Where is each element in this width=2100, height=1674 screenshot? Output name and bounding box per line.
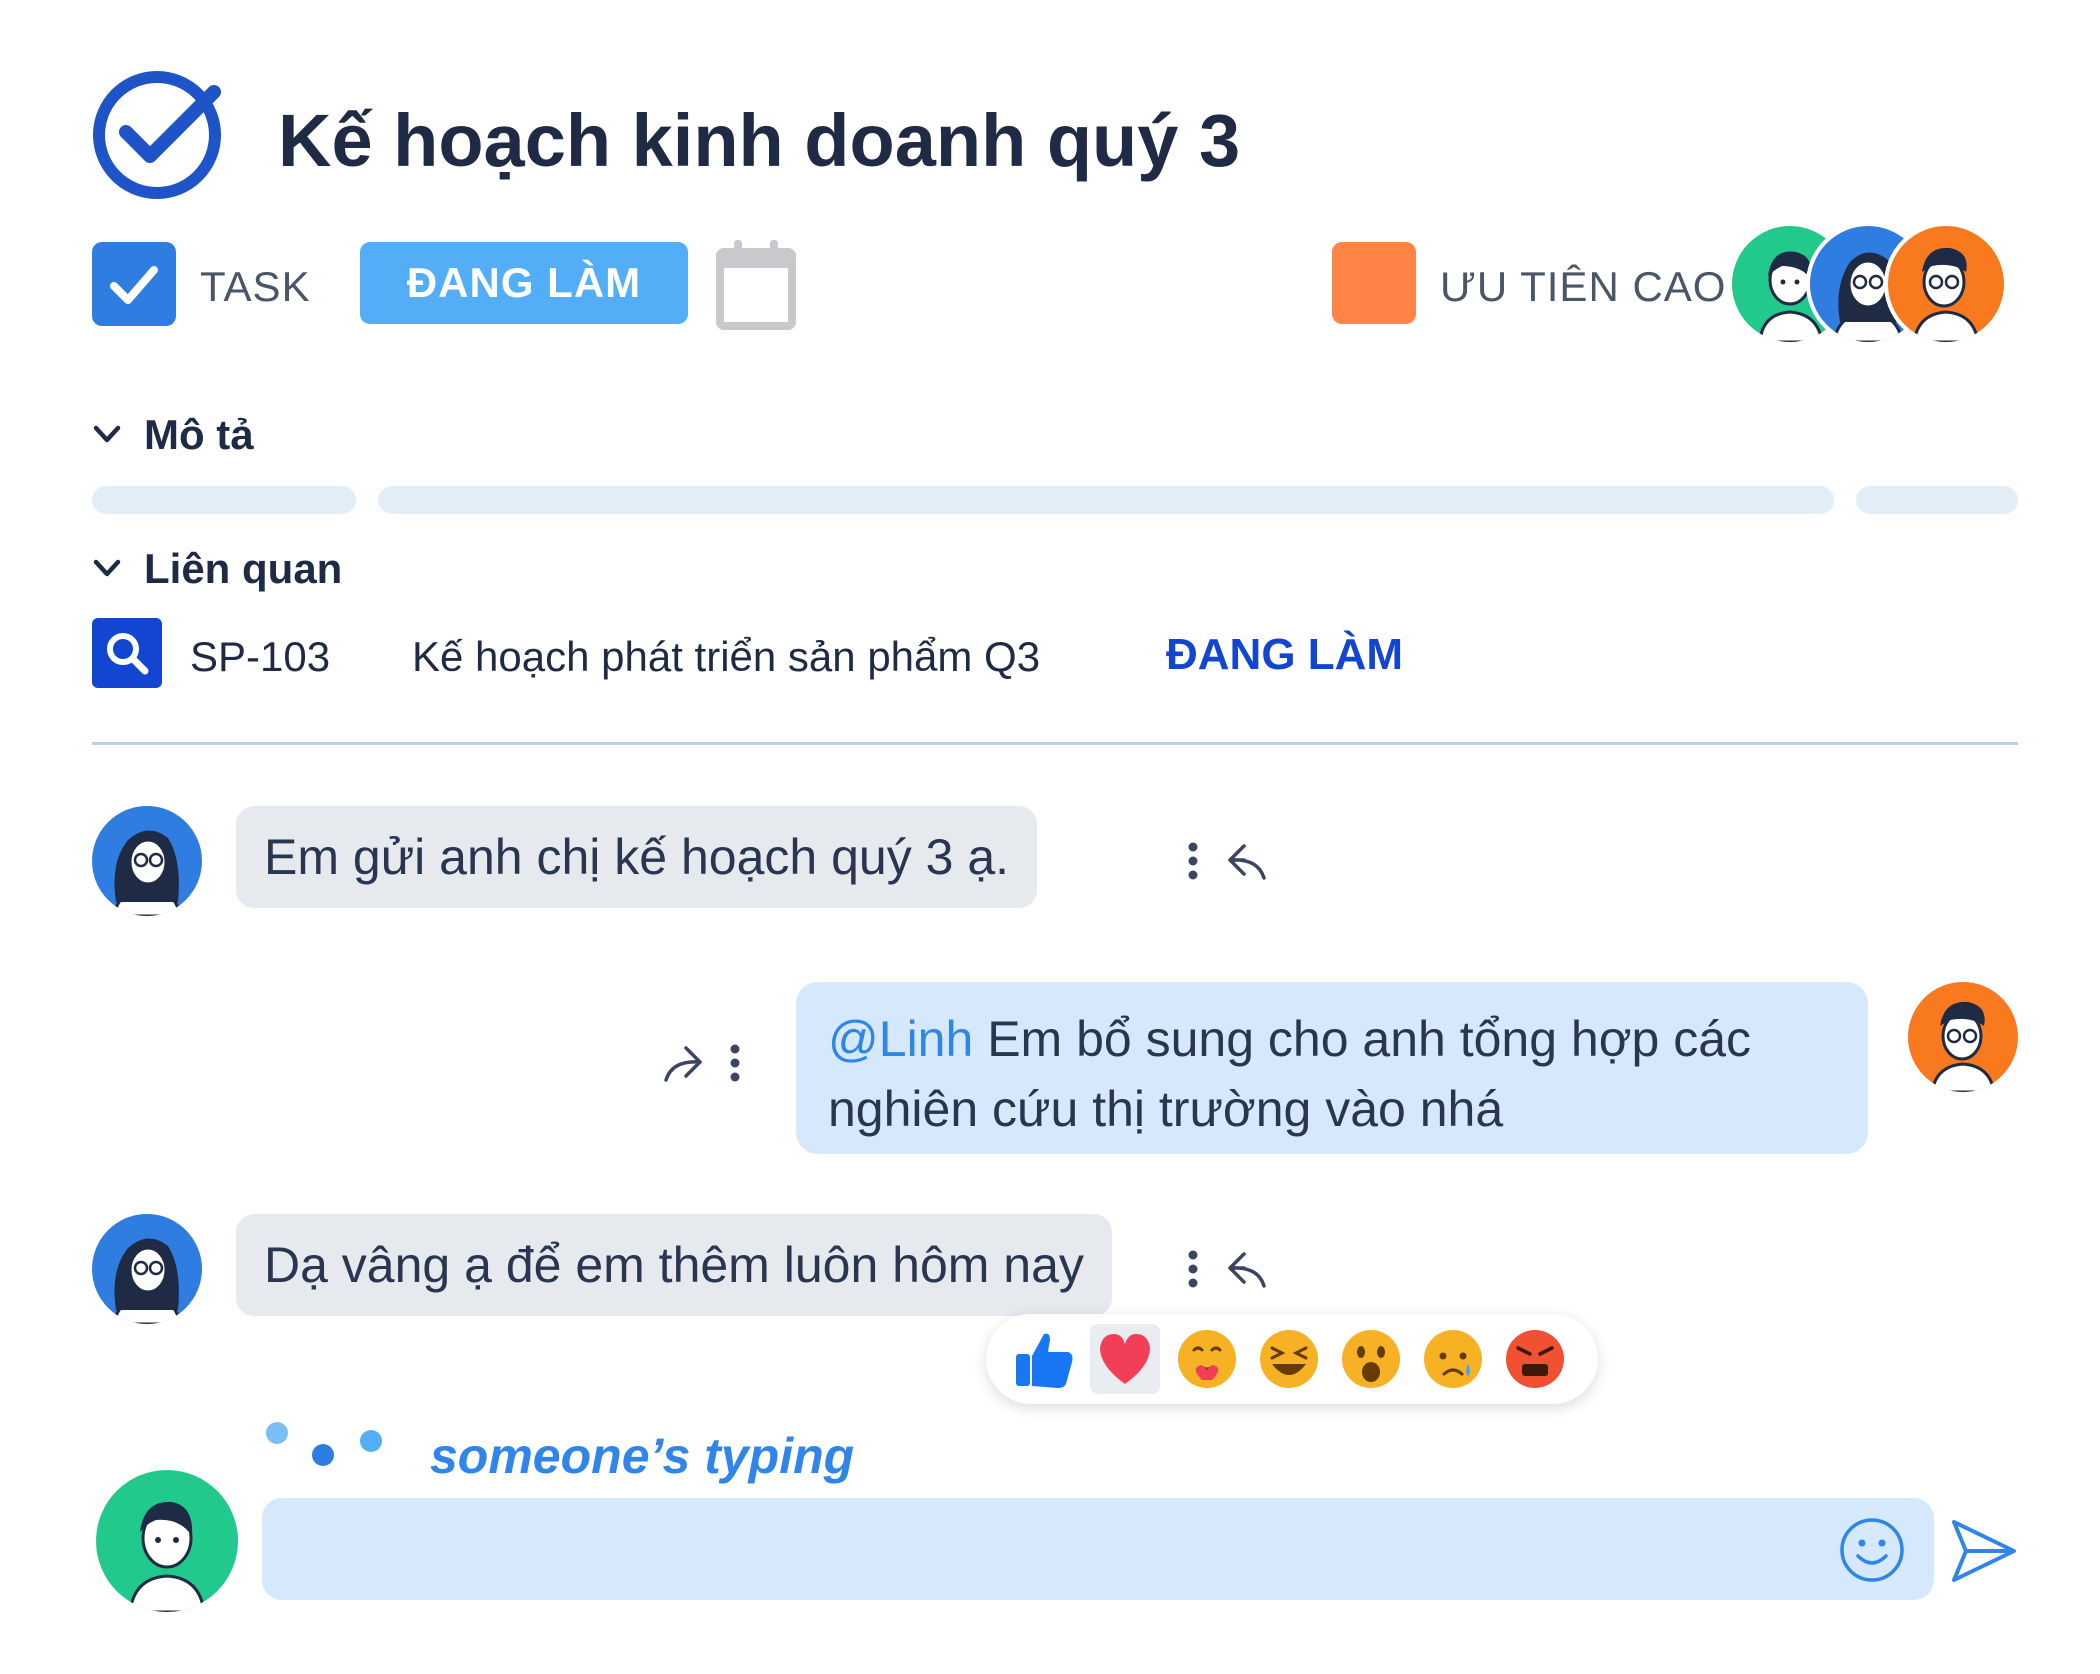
typing-dot bbox=[360, 1430, 382, 1452]
more-options-icon[interactable] bbox=[712, 1040, 758, 1086]
more-options-icon[interactable] bbox=[1170, 1246, 1216, 1292]
search-icon bbox=[92, 618, 162, 688]
issue-type-checkbox-icon bbox=[92, 242, 176, 326]
love-reaction-icon[interactable] bbox=[1090, 1324, 1160, 1394]
wow-reaction-icon[interactable] bbox=[1336, 1324, 1406, 1394]
typing-dot bbox=[266, 1422, 288, 1444]
calendar-icon[interactable] bbox=[716, 238, 796, 330]
description-placeholder-line bbox=[92, 486, 356, 514]
care-reaction-icon[interactable] bbox=[1172, 1324, 1242, 1394]
typing-indicator: someone’s typing bbox=[430, 1428, 855, 1484]
message-bubble[interactable]: Em gửi anh chị kế hoạch quý 3 ạ. bbox=[236, 806, 1038, 908]
message-bubble[interactable]: @Linh Em bổ sung cho anh tổng hợp các ng… bbox=[796, 982, 1868, 1154]
description-heading[interactable]: Mô tả bbox=[144, 410, 254, 460]
send-icon[interactable] bbox=[1950, 1518, 2018, 1584]
reply-icon[interactable] bbox=[1224, 1246, 1270, 1292]
avatar bbox=[1908, 982, 2018, 1092]
related-issue-key[interactable]: SP-103 bbox=[190, 632, 330, 682]
avatar bbox=[92, 806, 202, 916]
sad-reaction-icon[interactable] bbox=[1418, 1324, 1488, 1394]
typing-dot bbox=[312, 1444, 334, 1466]
related-issue-status: ĐANG LÀM bbox=[1166, 630, 1404, 679]
description-placeholder-line bbox=[1856, 486, 2018, 514]
chevron-down-icon[interactable] bbox=[90, 552, 124, 586]
priority-color-swatch bbox=[1332, 242, 1416, 324]
avatar bbox=[92, 1214, 202, 1324]
priority-label: ƯU TIÊN CAO bbox=[1440, 263, 1727, 310]
message-input[interactable] bbox=[262, 1498, 1934, 1600]
message-bubble[interactable]: Dạ vâng ạ để em thêm luôn hôm nay bbox=[236, 1214, 1112, 1316]
status-button[interactable]: ĐANG LÀM bbox=[360, 242, 688, 324]
reply-icon[interactable] bbox=[1224, 838, 1270, 884]
forward-icon[interactable] bbox=[660, 1040, 706, 1086]
description-placeholder-line bbox=[378, 486, 1834, 514]
check-circle-icon bbox=[90, 68, 224, 202]
section-divider bbox=[92, 742, 2018, 745]
reaction-picker bbox=[986, 1314, 1598, 1404]
angry-reaction-icon[interactable] bbox=[1500, 1324, 1570, 1394]
more-options-icon[interactable] bbox=[1170, 838, 1216, 884]
related-heading[interactable]: Liên quan bbox=[144, 544, 342, 594]
issue-type-label: TASK bbox=[200, 263, 311, 310]
page-title: Kế hoạch kinh doanh quý 3 bbox=[278, 99, 1241, 182]
like-reaction-icon[interactable] bbox=[1010, 1324, 1080, 1394]
chevron-down-icon[interactable] bbox=[90, 418, 124, 452]
watcher-avatar[interactable] bbox=[1884, 222, 2008, 346]
mention-link[interactable]: @Linh bbox=[828, 1011, 973, 1067]
related-issue-title[interactable]: Kế hoạch phát triển sản phẩm Q3 bbox=[412, 632, 1040, 682]
haha-reaction-icon[interactable] bbox=[1254, 1324, 1324, 1394]
avatar bbox=[96, 1470, 238, 1612]
emoji-icon[interactable] bbox=[1838, 1516, 1906, 1584]
